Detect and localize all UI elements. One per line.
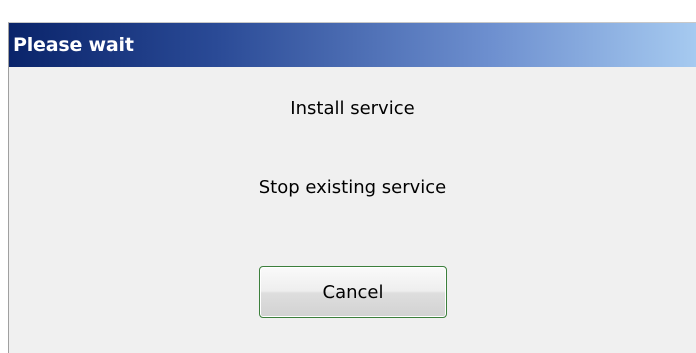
status-line-install: Install service bbox=[290, 98, 415, 119]
status-line-stop: Stop existing service bbox=[258, 177, 447, 198]
cancel-button-label: Cancel bbox=[322, 281, 384, 303]
dialog-title: Please wait bbox=[13, 34, 134, 56]
dialog-titlebar: Please wait bbox=[9, 23, 696, 67]
progress-dialog: Please wait Install service Stop existin… bbox=[8, 22, 696, 353]
cancel-button[interactable]: Cancel bbox=[259, 266, 447, 318]
